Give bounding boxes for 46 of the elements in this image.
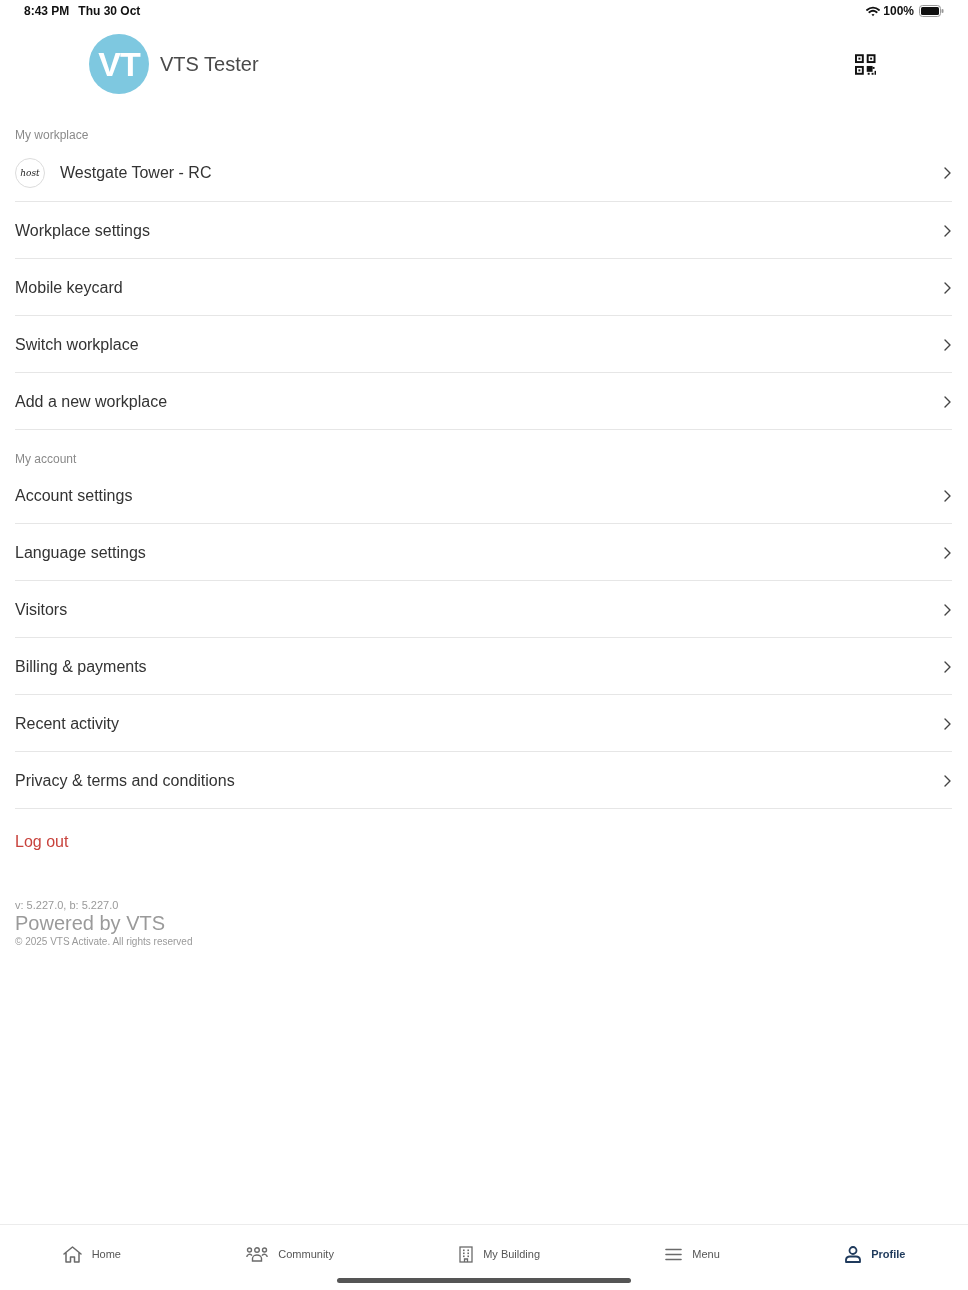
nav-tab[interactable]: Home [0, 1230, 184, 1278]
chevron-right-icon [944, 490, 951, 502]
chevron-right-icon [944, 604, 951, 616]
section-title: My account [15, 451, 78, 467]
menu-row[interactable]: Privacy & terms and conditions [15, 752, 952, 809]
menu-row[interactable]: Visitors [15, 581, 952, 638]
wifi-icon [866, 5, 881, 17]
chevron-right-icon [944, 282, 951, 294]
chevron-right-icon [944, 775, 951, 787]
battery-icon [919, 5, 944, 17]
chevron-right-icon [944, 661, 951, 673]
nav-tab[interactable]: My Building [396, 1230, 603, 1278]
people-icon [246, 1246, 269, 1262]
menu-row[interactable]: Language settings [15, 524, 952, 581]
menu-row[interactable]: Account settings [15, 467, 952, 524]
battery-percent: 100% [883, 3, 914, 20]
menu-row[interactable]: Add a new workplace [15, 373, 952, 430]
qr-code-icon[interactable] [855, 53, 876, 75]
menu-row[interactable]: Switch workplace [15, 316, 952, 373]
section-title: My workplace [15, 127, 90, 143]
house-icon [62, 1245, 82, 1263]
workplace-row[interactable]: host Westgate Tower - RC [15, 143, 952, 202]
chevron-right-icon [944, 396, 951, 408]
logout-button[interactable]: Log out [15, 832, 69, 852]
menu-row[interactable]: Mobile keycard [15, 259, 952, 316]
powered-by-text: Powered by VTS [15, 912, 167, 934]
building-icon [459, 1245, 474, 1263]
chevron-right-icon [944, 167, 951, 179]
chevron-right-icon [944, 718, 951, 730]
version-text: v: 5.227.0, b: 5.227.0 [15, 899, 120, 912]
menu-row[interactable]: Workplace settings [15, 202, 952, 259]
copyright-text: © 2025 VTS Activate. All rights reserved [15, 936, 194, 948]
menu-icon [665, 1247, 683, 1261]
status-time: 8:43 PM [24, 3, 70, 20]
chevron-right-icon [944, 547, 951, 559]
menu-row[interactable]: Billing & payments [15, 638, 952, 695]
menu-row[interactable]: Recent activity [15, 695, 952, 752]
chevron-right-icon [944, 225, 951, 237]
nav-tab[interactable]: Community [183, 1230, 397, 1278]
person-icon [845, 1245, 862, 1263]
avatar: VT [89, 34, 149, 94]
profile-name: VTS Tester [160, 52, 259, 77]
nav-tab[interactable]: Profile [782, 1230, 968, 1278]
nav-tab[interactable]: Menu [602, 1230, 783, 1278]
chevron-right-icon [944, 339, 951, 351]
status-date: Thu 30 Oct [78, 3, 141, 20]
